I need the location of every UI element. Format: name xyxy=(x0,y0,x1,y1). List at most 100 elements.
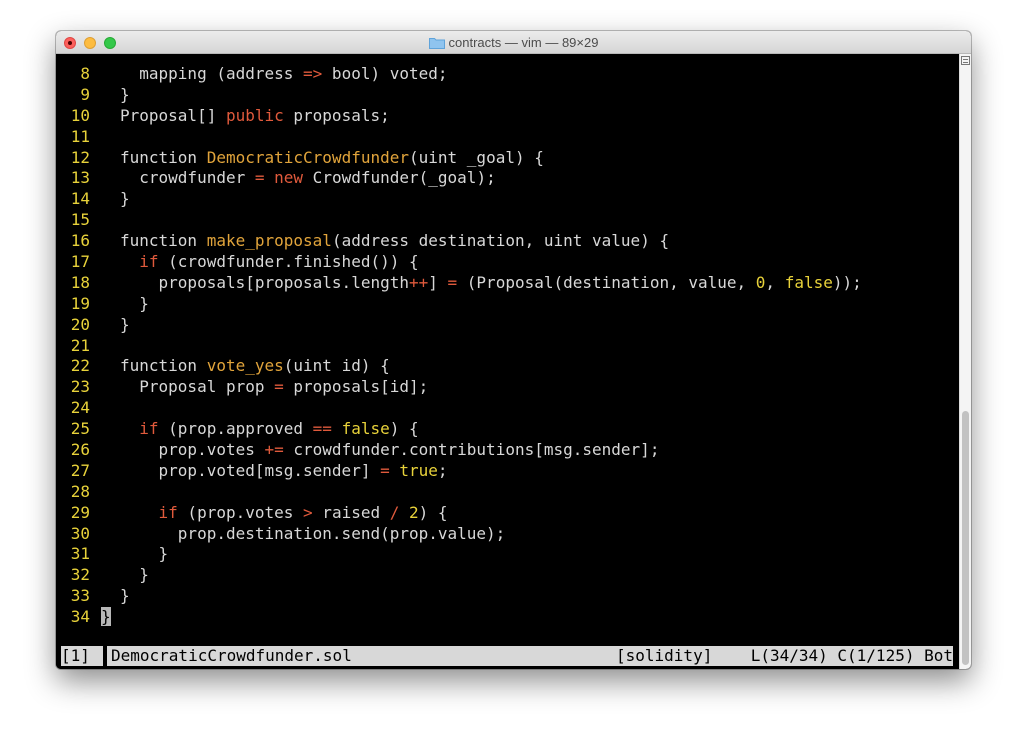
code-token: mapping (address xyxy=(139,64,304,83)
code-text: prop.destination.send(prop.value); xyxy=(120,523,506,545)
vim-statusline: [1] DemocraticCrowdfunder.sol [solidity]… xyxy=(61,646,953,666)
vim-editor[interactable]: 8 mapping (address => bool) voted; 9} 10 Pr… xyxy=(56,54,959,669)
code-text: proposals[proposals.length++] = (Proposa… xyxy=(120,273,862,294)
code-text: } xyxy=(120,189,130,210)
code-text: function vote_yes(uint id) { xyxy=(120,356,390,377)
code-line[interactable]: 28 xyxy=(56,482,862,503)
code-line[interactable]: 23 Proposal prop = proposals[id]; xyxy=(56,377,862,398)
code-token: (address destination, uint value) { xyxy=(331,231,670,251)
code-line[interactable]: 32 } xyxy=(56,565,862,586)
code-line[interactable]: 21 xyxy=(56,336,862,357)
code-line[interactable]: 17 if (crowdfunder.finished()) { xyxy=(56,252,862,273)
code-line[interactable]: 25 if (prop.approved == false) { xyxy=(56,419,862,440)
code-line[interactable]: 26 prop.votes += crowdfunder.contributio… xyxy=(56,440,862,461)
code-token: DemocraticCrowdfunder xyxy=(206,147,409,167)
code-token: raised xyxy=(312,502,390,522)
code-token: proposals; xyxy=(283,105,390,125)
code-token: } xyxy=(120,314,130,334)
folder-icon xyxy=(428,37,445,49)
code-token: Proposal[] xyxy=(120,105,226,125)
code-line[interactable]: 18 proposals[proposals.length++] = (Prop… xyxy=(56,273,862,294)
code-line[interactable]: 14} xyxy=(56,189,862,210)
code-text: } xyxy=(120,586,130,607)
code-line[interactable]: 10 Proposal[] public proposals; xyxy=(56,106,862,127)
code-token: true xyxy=(399,460,438,480)
code-token: += xyxy=(264,440,284,460)
code-token: false xyxy=(784,272,833,292)
window-title: contracts — vim — 89×29 xyxy=(448,35,599,50)
code-token: } xyxy=(158,544,169,564)
split-view-icon[interactable] xyxy=(961,56,970,65)
code-text: } xyxy=(120,294,149,315)
code-token: > xyxy=(303,502,313,522)
line-number: 10 xyxy=(70,105,90,125)
scrollbar-thumb[interactable] xyxy=(962,411,969,665)
code-token: = xyxy=(447,272,458,292)
status-position: L(34/34) C(1/125) Bot xyxy=(711,646,953,666)
line-number: 16 xyxy=(70,231,90,251)
code-line[interactable]: 33} xyxy=(56,586,862,607)
code-token: ++ xyxy=(408,272,429,292)
line-number: 12 xyxy=(70,147,90,167)
window-title-area: contracts — vim — 89×29 xyxy=(56,31,971,54)
code-text: } xyxy=(120,85,130,106)
code-line[interactable]: 27 prop.voted[msg.sender] = true; xyxy=(56,461,862,482)
code-line[interactable]: 24 xyxy=(56,398,862,419)
code-token: prop.votes xyxy=(158,440,265,460)
line-number: 30 xyxy=(70,523,90,543)
code-token: false xyxy=(341,419,390,439)
line-number: 22 xyxy=(70,356,90,376)
line-number: 8 xyxy=(80,64,90,83)
code-token: Proposal prop xyxy=(139,377,275,397)
terminal-window: contracts — vim — 89×29 8 mapping (addre… xyxy=(56,31,971,669)
line-number: 25 xyxy=(70,419,90,439)
code-text: mapping (address => bool) voted; xyxy=(120,64,448,85)
code-text: } xyxy=(120,315,130,336)
code-token: } xyxy=(120,586,130,606)
code-token: prop.destination.send(prop.value); xyxy=(177,523,506,543)
code-line[interactable]: 20} xyxy=(56,315,862,336)
scrollbar[interactable] xyxy=(959,54,971,669)
code-text: prop.votes += crowdfunder.contributions[… xyxy=(120,440,660,461)
code-text: } xyxy=(120,565,149,586)
code-text: Proposal prop = proposals[id]; xyxy=(120,377,428,398)
code-token: == xyxy=(312,419,332,439)
code-token: make_proposal xyxy=(206,231,332,251)
code-token: (crowdfunder.finished()) { xyxy=(158,252,419,272)
code-line[interactable]: 29 if (prop.votes > raised / 2) { xyxy=(56,503,862,524)
line-number: 11 xyxy=(70,126,90,146)
code-line[interactable]: 19 } xyxy=(56,294,862,315)
code-line[interactable]: 8 mapping (address => bool) voted; xyxy=(56,64,862,85)
line-number: 26 xyxy=(70,440,90,460)
code-token: public xyxy=(225,105,284,125)
code-line[interactable]: 12 function DemocraticCrowdfunder(uint _g… xyxy=(56,148,862,169)
code-line[interactable]: 9} xyxy=(56,85,862,106)
status-filename: DemocraticCrowdfunder.sol xyxy=(107,646,616,666)
code-line[interactable]: 16 function make_proposal(address destina… xyxy=(56,231,862,252)
code-line[interactable]: 15 xyxy=(56,210,862,231)
code-line[interactable]: 13 crowdfunder = new Crowdfunder(_goal); xyxy=(56,168,862,189)
code-text: if (prop.votes > raised / 2) { xyxy=(120,503,448,524)
code-token: (uint _goal) { xyxy=(409,147,544,167)
code-line[interactable]: 34} xyxy=(56,607,862,628)
line-number: 20 xyxy=(70,314,90,334)
code-line[interactable]: 22 function vote_yes(uint id) { xyxy=(56,356,862,377)
code-line[interactable]: 31 } xyxy=(56,544,862,565)
code-token: if xyxy=(139,252,159,272)
code-lines[interactable]: 8 mapping (address => bool) voted; 9} 10 Pr… xyxy=(56,64,862,628)
code-token: } xyxy=(120,84,130,104)
code-token: , xyxy=(765,272,785,292)
code-token: = xyxy=(380,460,390,480)
code-token: } xyxy=(120,189,130,209)
line-number: 13 xyxy=(70,168,90,188)
code-token: ; xyxy=(437,460,448,480)
title-bar[interactable]: contracts — vim — 89×29 xyxy=(56,31,971,54)
code-line[interactable]: 30 prop.destination.send(prop.value); xyxy=(56,524,862,545)
code-text: prop.voted[msg.sender] = true; xyxy=(120,461,448,482)
code-token: ] xyxy=(428,272,448,292)
code-token: = xyxy=(254,168,265,188)
code-line[interactable]: 11 xyxy=(56,127,862,148)
code-token: bool) voted; xyxy=(322,64,448,83)
